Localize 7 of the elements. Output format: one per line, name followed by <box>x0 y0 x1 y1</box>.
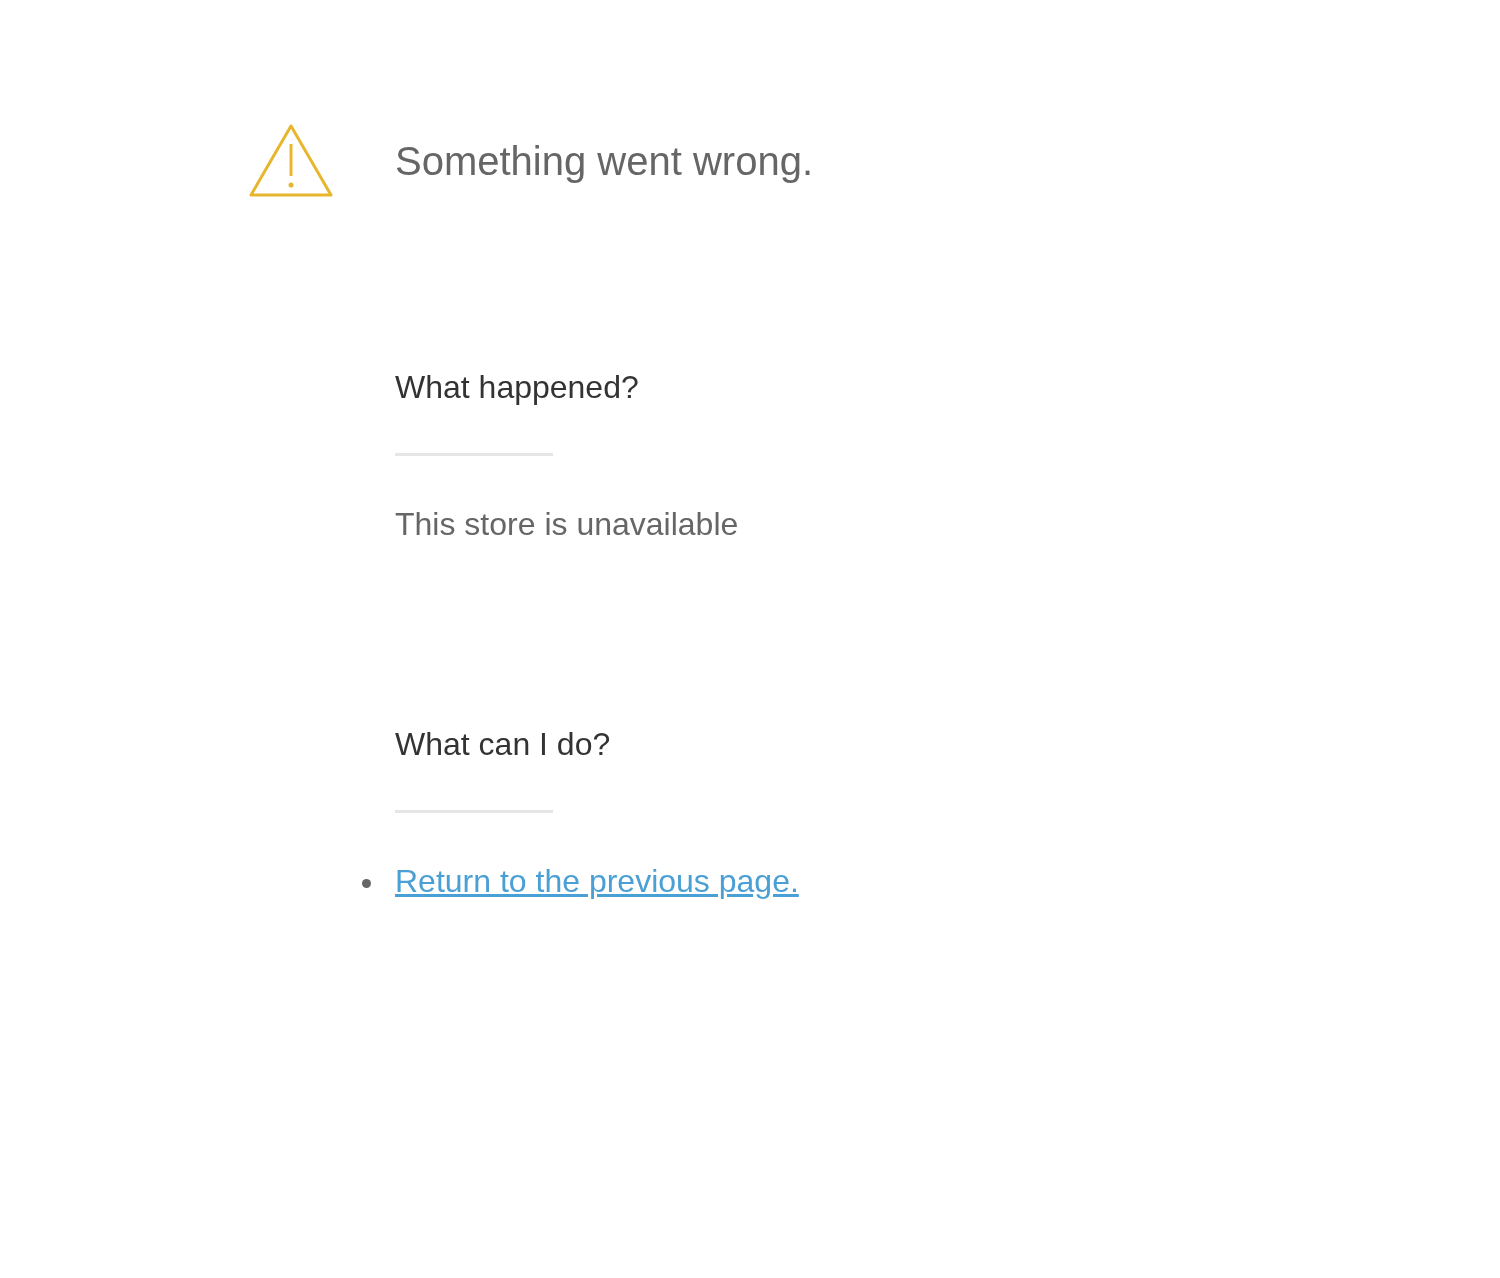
section-heading: What can I do? <box>395 725 612 763</box>
return-link[interactable]: Return to the previous page. <box>395 862 799 900</box>
message-text: This store is unavailable <box>395 505 740 543</box>
warning-icon <box>249 124 333 198</box>
section-heading: What happened? <box>395 368 640 406</box>
bullet-dot <box>362 879 371 888</box>
error-title: Something went wrong. <box>395 138 813 185</box>
